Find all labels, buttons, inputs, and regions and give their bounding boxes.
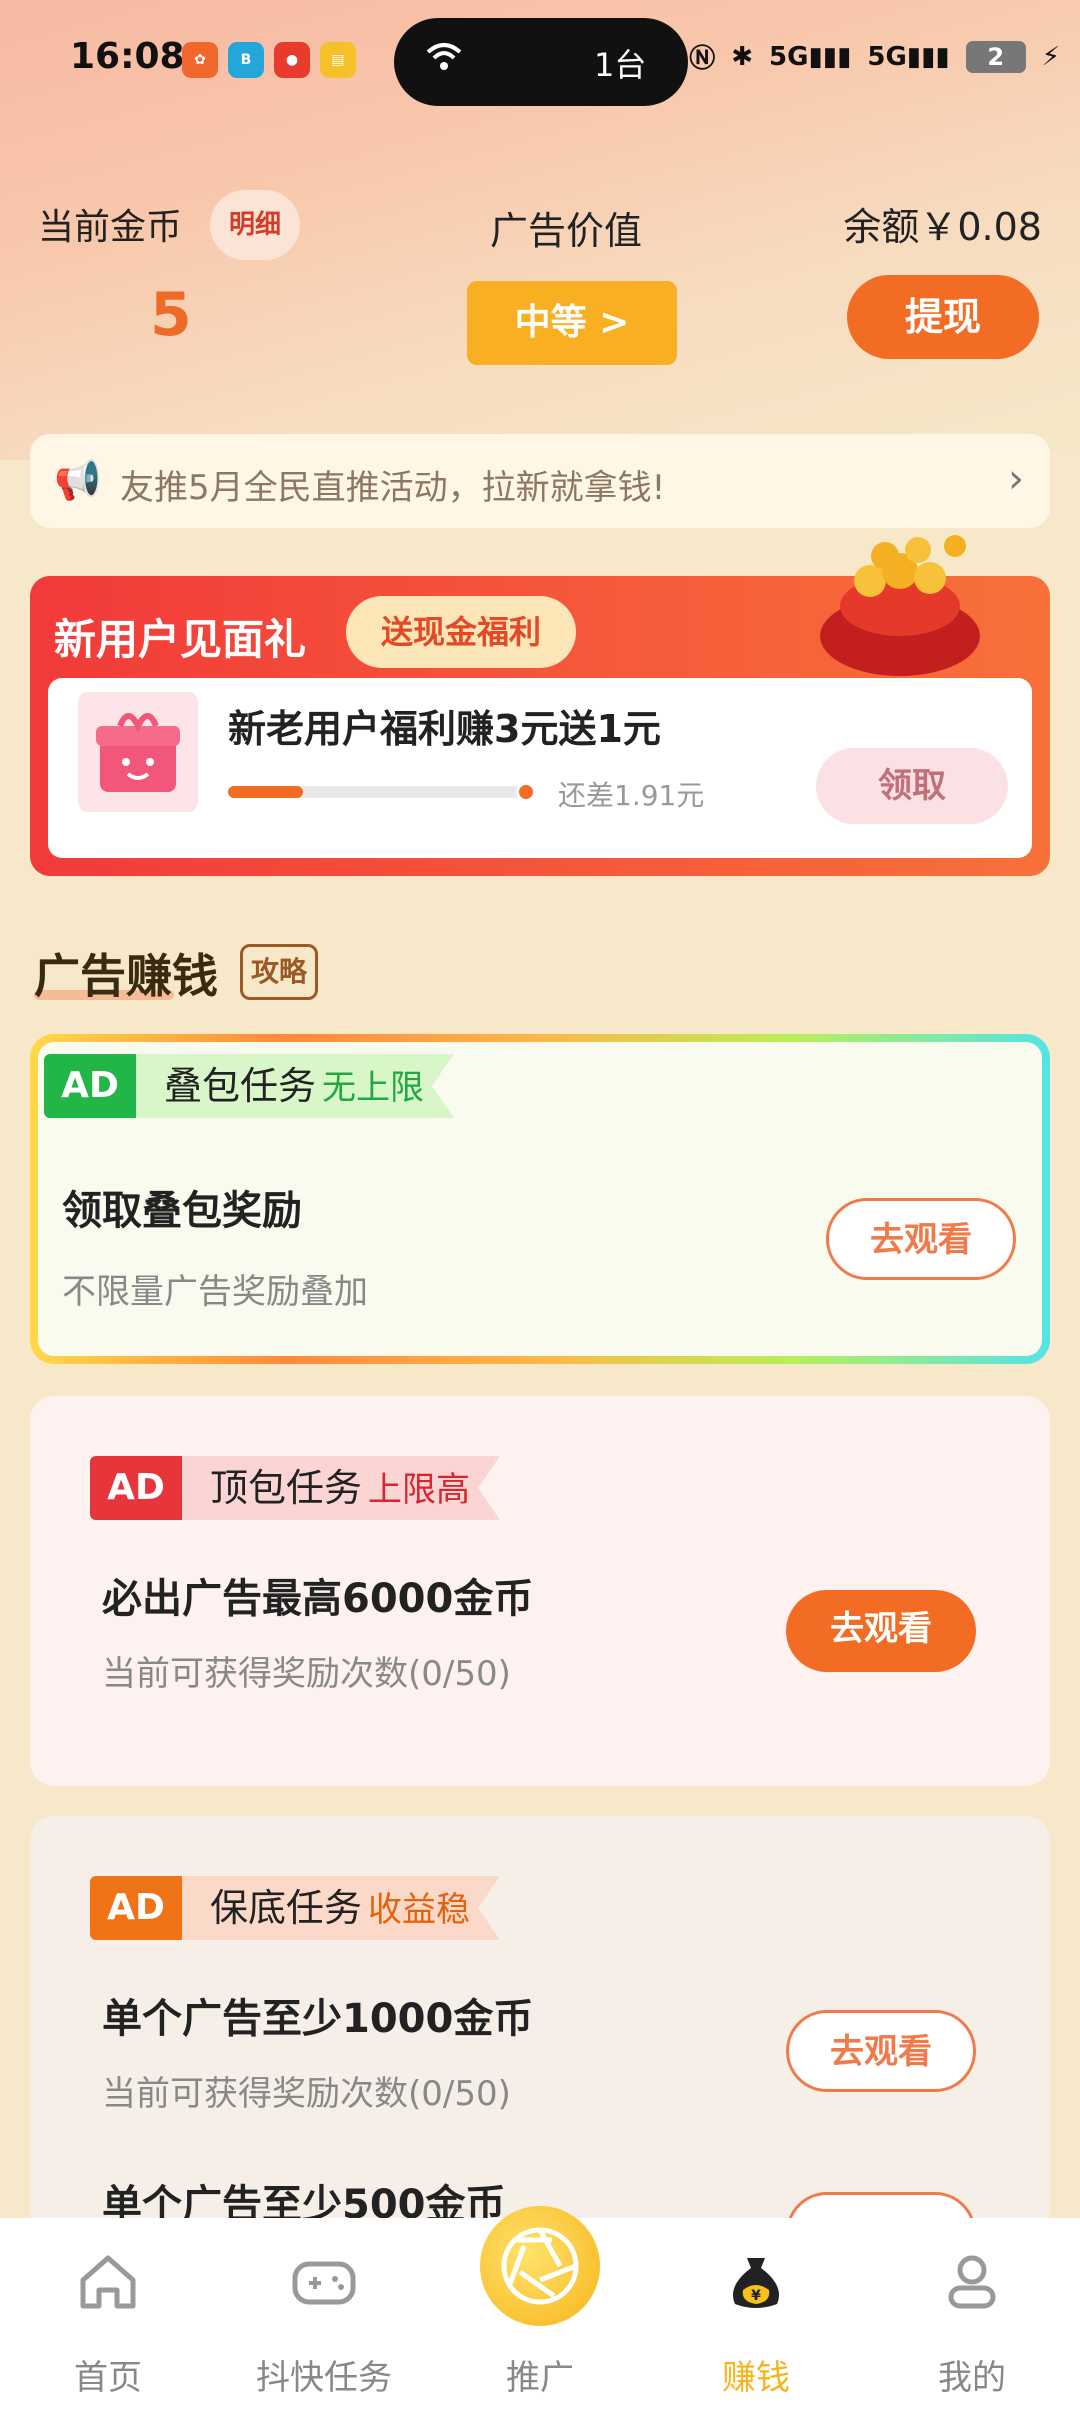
task-card-stack: AD 叠包任务 无上限 领取叠包奖励 不限量广告奖励叠加 去观看 xyxy=(30,1034,1050,1364)
book-app-icon: ▤ xyxy=(320,42,356,78)
nav-home-label: 首页 xyxy=(74,2358,142,2398)
task-name-text: 顶包任务 xyxy=(210,1466,363,1510)
task-tag: AD 保底任务 收益稳 xyxy=(90,1876,500,1940)
signal-5g-icon: 5G▮▮▮ xyxy=(769,41,852,72)
task-name: 顶包任务 上限高 xyxy=(182,1456,500,1520)
new-user-badge: 送现金福利 xyxy=(346,596,576,668)
new-user-card: 新用户见面礼 送现金福利 新老用户福利赚3元送1元 还差1.91元 领取 xyxy=(30,535,1050,876)
watch-button[interactable]: 去观看 xyxy=(786,1590,976,1672)
nav-promote-label: 推广 xyxy=(506,2358,574,2398)
notice-banner[interactable]: 📢 友推5月全民直推活动，拉新就拿钱! › xyxy=(30,434,1050,528)
task-card-guarantee: AD 保底任务 收益稳 单个广告至少1000金币 当前可获得奖励次数(0/50) … xyxy=(30,1816,1050,2274)
task-title: 领取叠包奖励 xyxy=(62,1188,302,1234)
progress-bar xyxy=(228,786,528,798)
task-tag: AD 顶包任务 上限高 xyxy=(90,1456,500,1520)
nfc-icon: Ⓝ xyxy=(689,44,716,74)
ad-badge: AD xyxy=(44,1054,136,1118)
ad-badge: AD xyxy=(90,1876,182,1940)
nav-earn-label: 赚钱 xyxy=(722,2358,790,2398)
new-user-task-title: 新老用户福利赚3元送1元 xyxy=(228,707,661,751)
notice-text: 友推5月全民直推活动，拉新就拿钱! xyxy=(120,468,666,508)
megaphone-icon: 📢 xyxy=(54,458,102,502)
task-highlight: 无上限 xyxy=(322,1068,425,1108)
profile-icon xyxy=(948,2255,996,2309)
detail-button[interactable]: 明细 xyxy=(210,190,300,260)
nav-tasks-label: 抖快任务 xyxy=(256,2358,392,2398)
task-subtitle: 当前可获得奖励次数(0/50) xyxy=(102,2074,511,2114)
ad-value-label: 广告价值 xyxy=(490,209,643,253)
task-tag: AD 叠包任务 无上限 xyxy=(44,1054,454,1118)
gift-icon xyxy=(78,692,198,812)
watch-button[interactable]: 去观看 xyxy=(786,2010,976,2092)
status-bar: 16:08 ✿ B ● ▤ 1台 Ⓝ ✱ 5G▮▮▮ 5G▮▮▮ 2 ⚡ xyxy=(0,0,1080,120)
withdraw-button[interactable]: 提现 xyxy=(847,275,1039,359)
gamepad-icon xyxy=(292,2261,356,2305)
task-title: 单个广告至少1000金币 xyxy=(102,1996,534,2042)
task-name-text: 保底任务 xyxy=(210,1886,363,1930)
game-app-icon: ● xyxy=(274,42,310,78)
nav-profile[interactable]: 我的 xyxy=(864,2218,1080,2412)
battery-icon: 2 xyxy=(965,40,1026,73)
task-subtitle: 当前可获得奖励次数(0/50) xyxy=(102,1654,511,1694)
balance-label: 余额￥0.08 xyxy=(843,205,1042,249)
signal-5g-icon: 5G▮▮▮ xyxy=(867,41,950,72)
nav-profile-label: 我的 xyxy=(938,2358,1006,2398)
coin-label: 当前金币 xyxy=(38,207,183,248)
bluetooth-icon: ✱ xyxy=(731,41,754,72)
claim-button[interactable]: 领取 xyxy=(816,748,1008,824)
notification-icons: ✿ B ● ▤ xyxy=(182,42,356,78)
progress-fill xyxy=(228,786,303,798)
home-icon xyxy=(80,2255,136,2309)
system-indicators: Ⓝ ✱ 5G▮▮▮ 5G▮▮▮ 2 ⚡ xyxy=(689,38,1060,75)
new-user-task: 新老用户福利赚3元送1元 还差1.91元 领取 xyxy=(48,678,1032,858)
task-name-text: 叠包任务 xyxy=(164,1064,317,1108)
nav-tasks[interactable]: 抖快任务 xyxy=(216,2218,432,2412)
svg-text:¥: ¥ xyxy=(751,2288,761,2304)
aperture-icon xyxy=(501,2227,579,2305)
dynamic-island[interactable]: 1台 xyxy=(394,18,688,106)
task-name: 保底任务 收益稳 xyxy=(182,1876,500,1940)
charging-icon: ⚡ xyxy=(1041,41,1060,72)
connected-devices-label: 1台 xyxy=(594,46,647,84)
section-title: 广告赚钱 xyxy=(34,949,218,1003)
nav-home[interactable]: 首页 xyxy=(0,2218,216,2412)
task-card-top: AD 顶包任务 上限高 必出广告最高6000金币 当前可获得奖励次数(0/50) … xyxy=(30,1396,1050,1786)
chevron-right-icon: › xyxy=(1008,456,1024,502)
nav-earn[interactable]: ¥ 赚钱 xyxy=(648,2218,864,2412)
coin-bag-icon xyxy=(790,526,1000,676)
watch-button[interactable]: 去观看 xyxy=(826,1198,1016,1280)
money-bag-icon: ¥ xyxy=(733,2258,779,2308)
wifi-icon xyxy=(424,40,464,81)
boss-app-icon: B xyxy=(228,42,264,78)
strategy-button[interactable]: 攻略 xyxy=(240,944,318,1000)
status-time: 16:08 xyxy=(70,36,185,77)
new-user-title: 新用户见面礼 xyxy=(54,615,307,664)
remain-text: 还差1.91元 xyxy=(558,779,705,812)
coin-value: 5 xyxy=(150,280,192,350)
progress-end-dot xyxy=(516,782,536,802)
task-name: 叠包任务 无上限 xyxy=(136,1054,454,1118)
ad-value-button[interactable]: 中等 > xyxy=(467,281,677,365)
task-subtitle: 不限量广告奖励叠加 xyxy=(62,1272,368,1312)
task-title: 必出广告最高6000金币 xyxy=(102,1576,534,1622)
task-highlight: 上限高 xyxy=(368,1470,471,1510)
app-notification-icon: ✿ xyxy=(182,42,218,78)
promote-fab[interactable] xyxy=(480,2206,600,2326)
ad-badge: AD xyxy=(90,1456,182,1520)
task-highlight: 收益稳 xyxy=(368,1890,471,1930)
